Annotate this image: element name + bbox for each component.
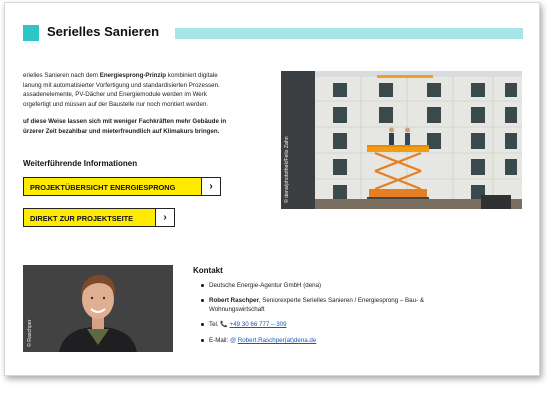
- project-overview-button[interactable]: PROJEKTÜBERSICHT ENERGIESPRONG ›: [23, 177, 221, 196]
- header-square-icon: [23, 25, 39, 41]
- chevron-right-icon: ›: [201, 177, 221, 196]
- intro-bold-term: Energiesprong-Prinzip: [99, 72, 167, 79]
- contact-heading: Kontakt: [193, 266, 223, 275]
- section-header: Serielles Sanieren: [23, 23, 523, 41]
- intro-text-part: erielles Sanieren nach dem: [23, 72, 100, 79]
- contact-portrait-photo: © Raschper: [23, 265, 173, 352]
- person-line-1: Robert Raschper, Seniorexperte Serielles…: [209, 296, 481, 305]
- contact-list: Deutsche Energie-Agentur GmbH (dena) Rob…: [201, 281, 481, 352]
- chevron-right-icon: ›: [155, 208, 175, 227]
- intro-text: erielles Sanieren nach dem Energiesprong…: [23, 71, 273, 137]
- contact-organization: Deutsche Energie-Agentur GmbH (dena): [201, 281, 481, 290]
- project-page-label: DIREKT ZUR PROJEKTSEITE: [23, 208, 155, 227]
- intro-line: orgefertigt und müssen auf der Baustelle…: [23, 100, 209, 108]
- building-photo-credit: © dena/photothek/Felix Zahn: [283, 136, 290, 203]
- email-link[interactable]: Robert.Raschper(at)dena.de: [238, 337, 316, 344]
- intro-line: assadenelemente, PV-Dächer und Energiemo…: [23, 91, 207, 99]
- person-role: , Seniorexperte Serielles Sanieren / Ene…: [258, 297, 424, 304]
- building-photo-illustration: © dena/photothek/Felix Zahn: [281, 71, 522, 209]
- intro-paragraph-2: uf diese Weise lassen sich mit weniger F…: [23, 117, 273, 136]
- phone-icon: 📞: [220, 322, 228, 328]
- intro-line: uf diese Weise lassen sich mit weniger F…: [23, 118, 227, 126]
- project-overview-label: PROJEKTÜBERSICHT ENERGIESPRONG: [23, 177, 201, 196]
- intro-line: lanung mit automatisierter Vorfertigung …: [23, 81, 220, 89]
- intro-line: ürzerer Zeit bezahlbar und mieterfreundl…: [23, 127, 220, 135]
- content-area: Serielles Sanieren erielles Sanieren nac…: [5, 3, 539, 375]
- page-frame: Serielles Sanieren erielles Sanieren nac…: [4, 2, 540, 376]
- portrait-illustration: © Raschper: [23, 265, 173, 352]
- building-renovation-photo: © dena/photothek/Felix Zahn: [281, 71, 522, 209]
- email-at-icon: @: [230, 338, 237, 344]
- further-info-heading: Weiterführende Informationen: [23, 159, 138, 168]
- organization-name: Deutsche Energie-Agentur GmbH (dena): [209, 282, 322, 289]
- intro-paragraph-1: erielles Sanieren nach dem Energiesprong…: [23, 71, 273, 109]
- person-role-continued: Wohnungswirtschaft: [209, 306, 265, 313]
- page-title: Serielles Sanieren: [47, 24, 160, 39]
- contact-phone: Tel. 📞 +49 30 66 777 – 309: [201, 320, 481, 330]
- contact-email: E-Mail: @ Robert.Raschper(at)dena.de: [201, 336, 481, 346]
- project-page-button[interactable]: DIREKT ZUR PROJEKTSEITE ›: [23, 208, 175, 227]
- contact-person: Robert Raschper, Seniorexperte Serielles…: [201, 296, 481, 314]
- portrait-photo-credit: © Raschper: [26, 319, 33, 347]
- phone-link[interactable]: +49 30 66 777 – 309: [230, 321, 287, 328]
- person-name: Robert Raschper: [209, 297, 259, 304]
- header-accent-bar: [175, 28, 523, 39]
- intro-line: erielles Sanieren nach dem Energiesprong…: [23, 71, 273, 81]
- email-label: E-Mail:: [209, 337, 229, 344]
- phone-label: Tel.: [209, 321, 219, 328]
- intro-text-part: kombiniert digitale: [166, 72, 218, 79]
